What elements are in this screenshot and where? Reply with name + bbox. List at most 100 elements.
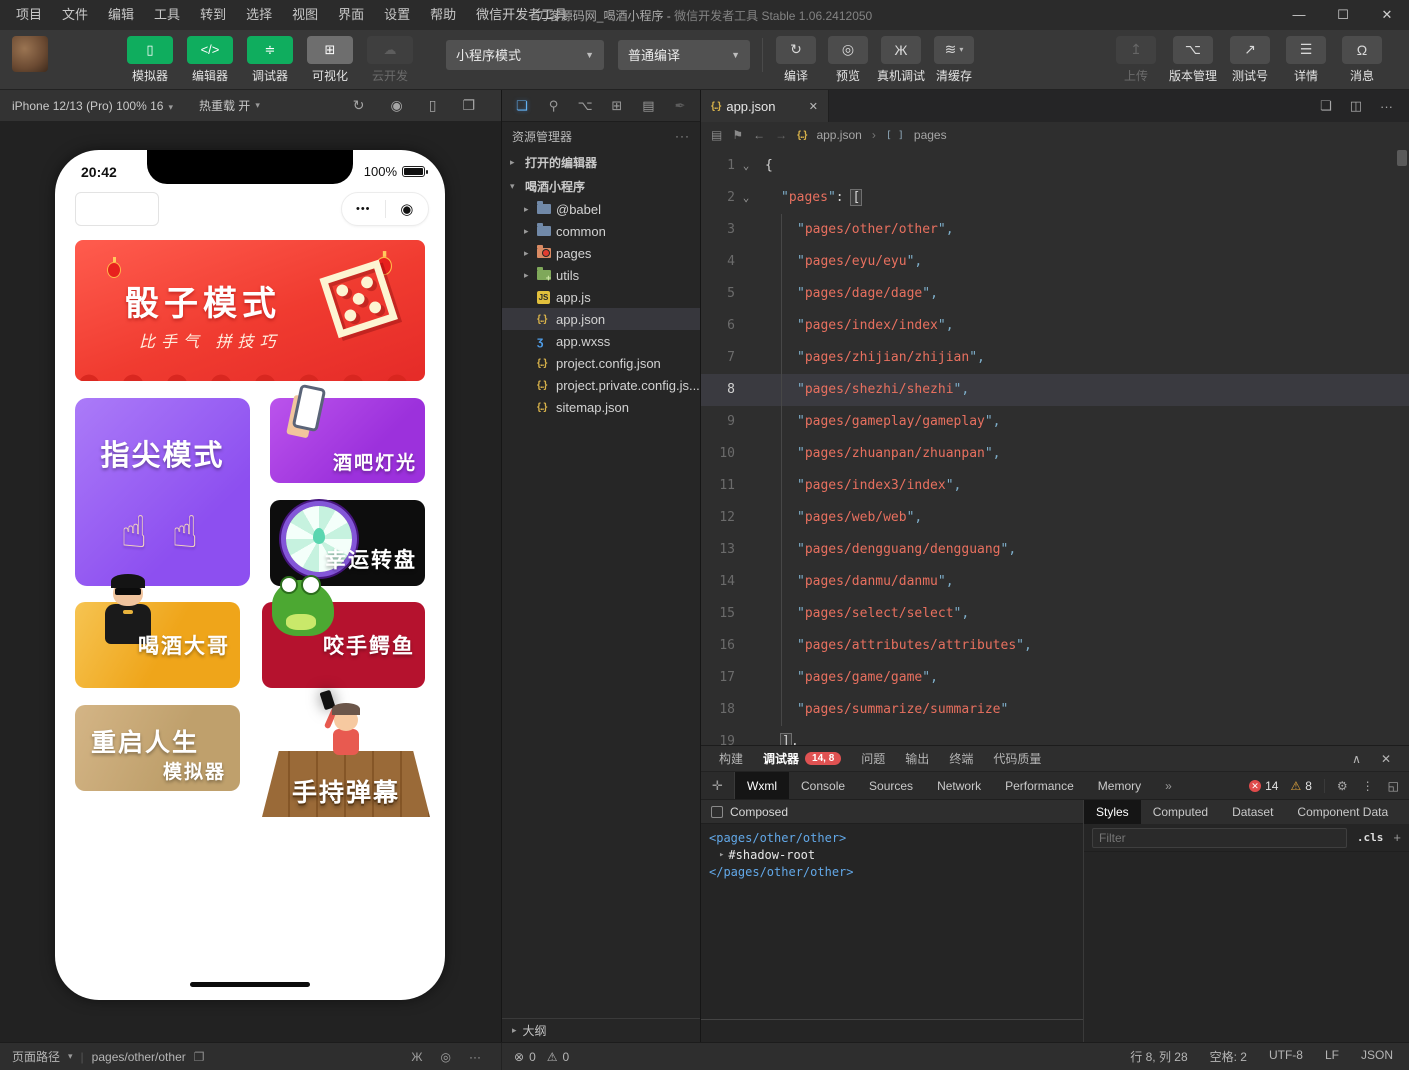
tile-fingertip-mode[interactable]: 指尖模式 ☝ ☝ <box>75 398 250 586</box>
forward-icon[interactable]: → <box>775 128 787 142</box>
console-warning-count[interactable]: ⚠ 8 <box>1290 779 1311 793</box>
wxml-open-tag[interactable]: <pages/other/other> <box>709 830 1075 847</box>
close-button[interactable]: ✕ <box>1365 0 1409 30</box>
outline-list-icon[interactable]: ▤ <box>711 128 722 142</box>
tile-handheld-danmu[interactable]: 手持弹幕 <box>262 695 430 823</box>
breadcrumb-file[interactable]: app.json <box>816 128 861 142</box>
outline-section[interactable]: ▸ 大纲 <box>502 1018 700 1042</box>
more-icon[interactable]: ··· <box>469 1050 481 1064</box>
styles-tab[interactable]: Styles <box>1084 800 1141 824</box>
wxml-tree[interactable]: <pages/other/other> ▸ #shadow-root </pag… <box>701 824 1083 1042</box>
menu-item[interactable]: 视图 <box>282 0 328 30</box>
devtools-tab[interactable]: Network <box>925 772 993 799</box>
home-indicator[interactable] <box>190 982 310 987</box>
toolbar-action-button[interactable]: Ω 消息 <box>1339 36 1385 84</box>
menu-item[interactable]: 微信开发者工具 <box>466 0 577 30</box>
code-line[interactable]: 15"pages/select/select", <box>701 598 1409 630</box>
tile-biting-crocodile[interactable]: 咬手鳄鱼 <box>262 602 425 688</box>
devtools-tab[interactable]: Sources <box>857 772 925 799</box>
styles-tab[interactable]: Computed <box>1141 800 1220 824</box>
code-line[interactable]: 2⌄"pages": [ <box>701 182 1409 214</box>
toolbar-action-button[interactable]: ↥ 上传 <box>1113 36 1159 84</box>
menu-item[interactable]: 项目 <box>6 0 52 30</box>
toolbar-action-button[interactable]: ⌥ 版本管理 <box>1169 36 1217 84</box>
miniprogram-capsule[interactable]: ••• ◉ <box>341 192 429 226</box>
menu-item[interactable]: 选择 <box>236 0 282 30</box>
tile-lucky-wheel[interactable]: 幸运转盘 <box>270 500 425 586</box>
file-tree-item[interactable]: ▸ pages <box>502 242 700 264</box>
file-tree-item[interactable]: {..} sitemap.json <box>502 396 700 418</box>
record-icon[interactable]: ◉ <box>391 97 403 114</box>
more-menu-icon[interactable]: ••• <box>342 203 385 215</box>
panel-toggle-button[interactable]: ≑ 调试器 <box>244 36 296 84</box>
wxml-shadow-root[interactable]: ▸ #shadow-root <box>709 847 1075 864</box>
chevron-down-icon[interactable]: ▾ <box>68 1051 73 1062</box>
search-icon[interactable]: ⚲ <box>542 98 564 114</box>
layout-icon[interactable]: ◫ <box>1350 98 1362 114</box>
code-line[interactable]: 17"pages/game/game", <box>701 662 1409 694</box>
device-icon[interactable]: ▯ <box>429 97 437 114</box>
page-path-label[interactable]: 页面路径 <box>12 1048 60 1065</box>
tools-icon[interactable]: ✒ <box>669 98 691 114</box>
panel-toggle-button[interactable]: ☁ 云开发 <box>364 36 416 84</box>
debug-tab[interactable]: 构建 <box>709 746 753 771</box>
file-tree-item[interactable]: JS app.js <box>502 286 700 308</box>
file-tree-item[interactable]: ▸ utils <box>502 264 700 286</box>
menu-item[interactable]: 转到 <box>190 0 236 30</box>
code-editor[interactable]: 1⌄{2⌄"pages": [3"pages/other/other",4"pa… <box>701 148 1409 745</box>
toolbar-action-button[interactable]: ◎ 预览 <box>825 36 871 84</box>
code-line[interactable]: 12"pages/web/web", <box>701 502 1409 534</box>
maximize-button[interactable]: ☐ <box>1321 0 1365 30</box>
close-tab-icon[interactable]: ✕ <box>809 100 818 113</box>
toolbar-action-button[interactable]: Ж 真机调试 <box>877 36 925 84</box>
bug-icon[interactable]: Ж <box>411 1050 422 1064</box>
multi-window-icon[interactable]: ❐ <box>462 97 475 114</box>
wxml-close-tag[interactable]: </pages/other/other> <box>709 864 1075 881</box>
styles-tab[interactable]: Dataset <box>1220 800 1285 824</box>
code-line[interactable]: 6"pages/index/index", <box>701 310 1409 342</box>
add-style-icon[interactable]: + <box>1393 830 1401 845</box>
devtools-tab[interactable]: Wxml <box>735 772 789 799</box>
file-tree-item[interactable]: ʒ app.wxss <box>502 330 700 352</box>
devtools-tab[interactable]: Console <box>789 772 857 799</box>
code-line[interactable]: 11"pages/index3/index", <box>701 470 1409 502</box>
tile-bar-light[interactable]: 酒吧灯光 <box>270 398 425 483</box>
project-root-section[interactable]: ▾ 喝酒小程序 <box>502 174 700 198</box>
minimize-button[interactable]: — <box>1277 0 1321 30</box>
inspect-element-icon[interactable]: ✛ <box>701 772 735 799</box>
code-line[interactable]: 13"pages/dengguang/dengguang", <box>701 534 1409 566</box>
code-line[interactable]: 1⌄{ <box>701 150 1409 182</box>
toggle-class-button[interactable]: .cls <box>1357 831 1384 844</box>
menu-item[interactable]: 帮助 <box>420 0 466 30</box>
code-line[interactable]: 14"pages/danmu/danmu", <box>701 566 1409 598</box>
code-line[interactable]: 18"pages/summarize/summarize" <box>701 694 1409 726</box>
hot-reload-toggle[interactable]: 热重载 开▾ <box>199 97 260 114</box>
exit-target-icon[interactable]: ◉ <box>386 200 429 218</box>
status-item[interactable]: LF <box>1325 1048 1339 1065</box>
kebab-menu-icon[interactable]: ⋮ <box>1362 779 1374 793</box>
toolbar-action-button[interactable]: ↗ 测试号 <box>1227 36 1273 84</box>
page-path-value[interactable]: pages/other/other <box>92 1050 186 1064</box>
collapse-panel-icon[interactable]: ∧ <box>1352 752 1361 766</box>
storage-icon[interactable]: ▤ <box>637 98 659 114</box>
toolbar-action-button[interactable]: ≋▾ 清缓存 <box>931 36 977 84</box>
back-icon[interactable]: ← <box>753 128 765 142</box>
menu-item[interactable]: 工具 <box>144 0 190 30</box>
code-line[interactable]: 16"pages/attributes/attributes", <box>701 630 1409 662</box>
devtools-tab[interactable]: » <box>1153 772 1184 799</box>
menu-item[interactable]: 界面 <box>328 0 374 30</box>
status-item[interactable]: 行 8, 列 28 <box>1130 1048 1187 1065</box>
tile-restart-life[interactable]: 重启人生 模拟器 <box>75 705 240 791</box>
styles-tab[interactable]: Component Data <box>1285 800 1400 824</box>
code-line[interactable]: 7"pages/zhijian/zhijian", <box>701 342 1409 374</box>
bookmark-icon[interactable]: ⚑ <box>732 128 743 142</box>
more-actions-icon[interactable]: ··· <box>1380 99 1393 114</box>
files-icon[interactable]: ❏ <box>511 98 533 114</box>
code-line[interactable]: 5"pages/dage/dage", <box>701 278 1409 310</box>
menu-item[interactable]: 编辑 <box>98 0 144 30</box>
eye-icon[interactable]: ◎ <box>441 1050 451 1064</box>
compile-mode-select[interactable]: 普通编译 ▼ <box>618 40 750 70</box>
file-tree-item[interactable]: {..} project.config.json <box>502 352 700 374</box>
debug-tab[interactable]: 终端 <box>939 746 983 771</box>
panel-toggle-button[interactable]: </> 编辑器 <box>184 36 236 84</box>
